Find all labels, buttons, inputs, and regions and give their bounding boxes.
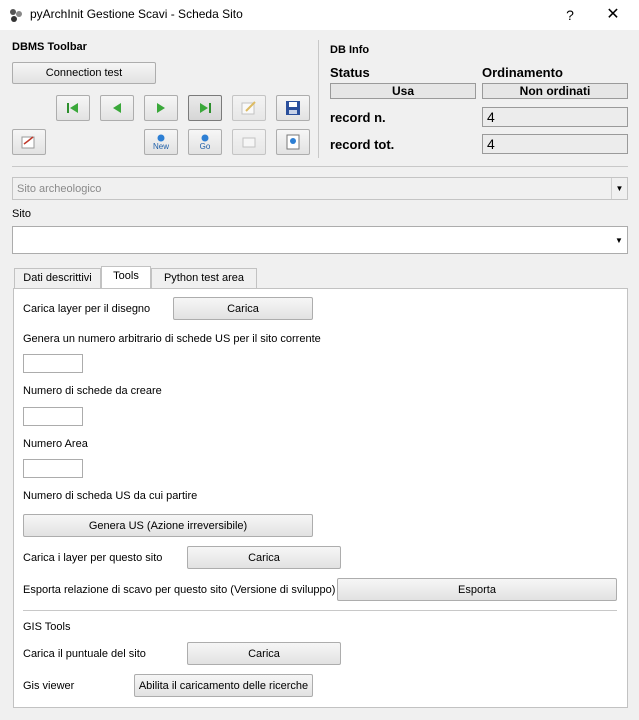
sito-archeologico-placeholder: Sito archeologico: [17, 183, 102, 195]
edit-icon: [241, 101, 256, 115]
tab-tools[interactable]: Tools: [101, 266, 151, 288]
next-record-button[interactable]: [144, 95, 178, 121]
go-icon: [201, 134, 209, 141]
ordinamento-label: Ordinamento: [482, 65, 563, 80]
go-button[interactable]: Go: [188, 129, 222, 155]
numero-scheda-label: Numero di scheda US da cui partire: [23, 490, 198, 502]
gis-viewer-button[interactable]: Abilita il caricamento delle ricerche: [134, 674, 313, 697]
genera-numero-label: Genera un numero arbitrario di schede US…: [23, 333, 321, 345]
carica-puntuale-button[interactable]: Carica: [187, 642, 341, 665]
status-label: Status: [330, 65, 370, 80]
last-record-icon: [200, 103, 211, 113]
delete-button[interactable]: [276, 129, 310, 155]
carica-layer-sito-button[interactable]: Carica: [187, 546, 341, 569]
esporta-button[interactable]: Esporta: [337, 578, 617, 601]
numero-schede-input[interactable]: [23, 407, 83, 426]
carica-puntuale-label: Carica il puntuale del sito: [23, 648, 146, 660]
first-record-icon: [67, 103, 78, 113]
report-icon: [21, 136, 35, 149]
next-record-icon: [157, 103, 165, 113]
edit-record-button[interactable]: [232, 95, 266, 121]
chevron-down-icon: ▼: [615, 235, 623, 245]
status-value: Usa: [330, 83, 476, 99]
new-label: New: [152, 141, 169, 151]
report-button[interactable]: [12, 129, 46, 155]
save-icon: [286, 101, 300, 115]
tab-python-test-area[interactable]: Python test area: [151, 268, 257, 288]
delete-icon: [286, 134, 300, 150]
carica-layer-sito-label: Carica i layer per questo sito: [23, 552, 163, 564]
genera-numero-input[interactable]: [23, 354, 83, 373]
previous-record-icon: [113, 103, 121, 113]
tab-dati-descrittivi[interactable]: Dati descrittivi: [14, 268, 101, 288]
save-button[interactable]: [276, 95, 310, 121]
gis-tools-label: GIS Tools: [23, 621, 71, 633]
db-info-title: DB Info: [330, 44, 370, 56]
help-button[interactable]: ?: [560, 5, 580, 25]
record-tot-label: record tot.: [330, 137, 395, 152]
app-icon: [8, 7, 24, 23]
connection-test-button[interactable]: Connection test: [12, 62, 156, 84]
record-n-value: 4: [482, 107, 628, 127]
gis-viewer-label: Gis viewer: [23, 680, 75, 692]
ordinamento-value: Non ordinati: [482, 83, 628, 99]
sort-icon: [242, 137, 256, 148]
previous-record-button[interactable]: [100, 95, 134, 121]
header-divider: [12, 166, 628, 167]
esporta-label: Esporta relazione di scavo per questo si…: [23, 584, 336, 596]
go-label: Go: [199, 141, 211, 151]
sito-combo[interactable]: ▼: [12, 226, 628, 254]
window-title: pyArchInit Gestione Scavi - Scheda Sito: [30, 7, 243, 21]
sito-archeologico-combo[interactable]: Sito archeologico ▼: [12, 177, 628, 200]
last-record-button[interactable]: [188, 95, 222, 121]
gis-divider: [23, 610, 617, 611]
sito-label: Sito: [12, 208, 31, 220]
record-n-label: record n.: [330, 110, 386, 125]
record-tot-value: 4: [482, 134, 628, 154]
toolbar-divider: [318, 40, 319, 158]
first-record-button[interactable]: [56, 95, 90, 121]
numero-area-input[interactable]: [23, 459, 83, 478]
new-record-button[interactable]: New: [144, 129, 178, 155]
sort-button[interactable]: [232, 129, 266, 155]
carica-layer-button[interactable]: Carica: [173, 297, 313, 320]
numero-schede-label: Numero di schede da creare: [23, 385, 162, 397]
dbms-toolbar-title: DBMS Toolbar: [12, 41, 87, 53]
carica-layer-label: Carica layer per il disegno: [23, 303, 151, 315]
new-icon: [157, 134, 165, 141]
numero-area-label: Numero Area: [23, 438, 88, 450]
close-button[interactable]: ✕: [600, 3, 626, 27]
genera-us-button[interactable]: Genera US (Azione irreversibile): [23, 514, 313, 537]
chevron-down-icon: ▼: [611, 178, 627, 199]
